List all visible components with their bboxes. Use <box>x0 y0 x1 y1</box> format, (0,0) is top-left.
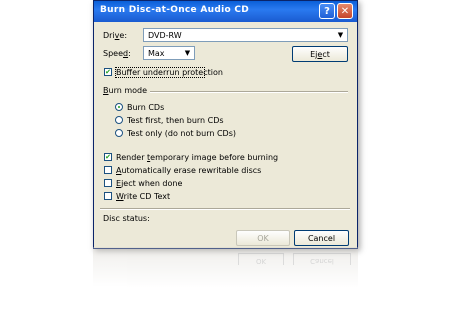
speed-label: Speed: <box>103 49 131 58</box>
title-bar[interactable]: Burn Disc-at-Once Audio CD ? ✕ <box>94 1 357 22</box>
radio-test-then-burn-label[interactable]: Test first, then burn CDs <box>127 116 224 125</box>
write-cd-text-label[interactable]: Write CD Text <box>116 192 170 201</box>
drive-value: DVD-RW <box>148 31 182 40</box>
window-reflection: OK Cancel <box>93 247 358 287</box>
stage: Burn Disc-at-Once Audio CD ? ✕ Drive: DV… <box>0 0 450 314</box>
chevron-down-icon[interactable]: ▼ <box>334 29 347 41</box>
speed-value: Max <box>148 49 165 58</box>
burn-mode-separator <box>150 91 348 93</box>
help-icon: ? <box>324 5 330 17</box>
reflection-ok: OK <box>238 253 284 265</box>
drive-select[interactable]: DVD-RW ▼ <box>143 28 348 42</box>
radio-burn-cds[interactable] <box>115 103 123 111</box>
auto-erase-checkbox[interactable] <box>104 166 112 174</box>
eject-button[interactable]: Ej e ct <box>292 46 348 62</box>
render-temp-checkbox[interactable]: ✔ <box>104 153 112 161</box>
ok-button[interactable]: OK <box>236 230 290 246</box>
burn-mode-heading: Burn mode <box>103 86 148 95</box>
close-button[interactable]: ✕ <box>337 3 353 19</box>
drive-label: Drive: <box>103 31 128 40</box>
auto-erase-label[interactable]: Automatically erase rewritable discs <box>116 166 261 175</box>
radio-test-only[interactable] <box>115 129 123 137</box>
check-icon: ✔ <box>105 68 111 76</box>
radio-test-only-label[interactable]: Test only (do not burn CDs) <box>127 129 236 138</box>
radio-test-then-burn[interactable] <box>115 116 123 124</box>
help-button[interactable]: ? <box>319 3 335 19</box>
buffer-protection-label[interactable]: Buffer underrun protection <box>116 68 223 77</box>
bottom-separator <box>100 208 350 210</box>
write-cd-text-checkbox[interactable] <box>104 192 112 200</box>
reflection-cancel: Cancel <box>293 253 351 265</box>
chevron-down-icon[interactable]: ▼ <box>181 47 194 59</box>
burn-dialog: Burn Disc-at-Once Audio CD ? ✕ Drive: DV… <box>93 0 358 249</box>
cancel-button[interactable]: Cancel <box>294 230 349 246</box>
speed-select[interactable]: Max ▼ <box>143 46 195 60</box>
eject-when-done-label[interactable]: Eject when done <box>116 179 182 188</box>
radio-burn-cds-label[interactable]: Burn CDs <box>127 103 164 112</box>
window-title: Burn Disc-at-Once Audio CD <box>100 5 250 15</box>
render-temp-label[interactable]: Render temporary image before burning <box>116 153 278 162</box>
check-icon: ✔ <box>105 153 111 161</box>
eject-when-done-checkbox[interactable] <box>104 179 112 187</box>
disc-status-label: Disc status: <box>103 214 150 223</box>
close-icon: ✕ <box>340 5 350 17</box>
buffer-protection-checkbox[interactable]: ✔ <box>104 68 112 76</box>
dialog-body: Drive: DVD-RW ▼ Speed: Max ▼ Ej e ct ✔ Buf… <box>94 22 357 248</box>
